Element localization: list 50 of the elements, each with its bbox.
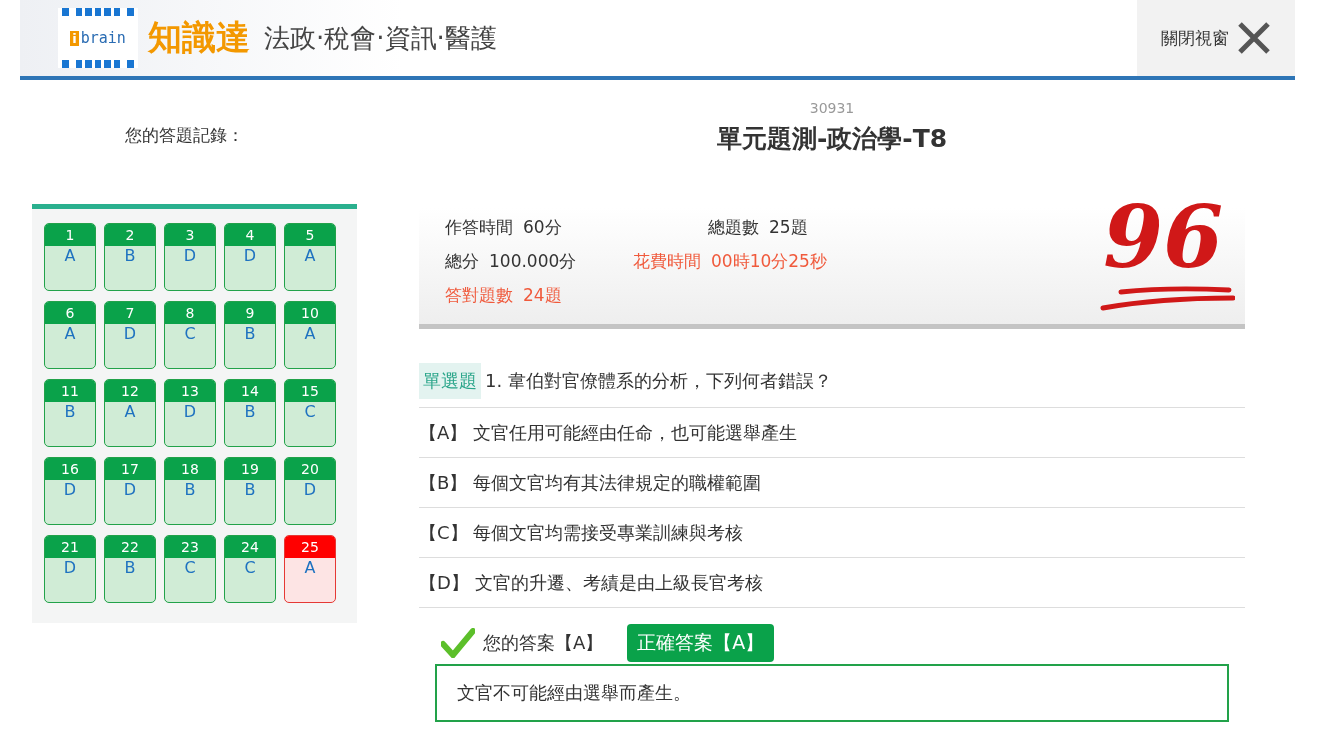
close-icon xyxy=(1237,21,1271,55)
answer-tile[interactable]: 19 B xyxy=(224,457,276,525)
answer-tile[interactable]: 12 A xyxy=(104,379,156,447)
answer-tile[interactable]: 15 C xyxy=(284,379,336,447)
score-underline-icon xyxy=(1099,286,1235,312)
close-window-button[interactable]: 關閉視窗 xyxy=(1137,0,1295,76)
stat-item: 花費時間 00時10分25秒 xyxy=(633,250,827,273)
answer-tile[interactable]: 18 B xyxy=(164,457,216,525)
correct-answer-badge: 正確答案【A】 xyxy=(627,624,775,662)
answer-tile[interactable]: 24 C xyxy=(224,535,276,603)
answer-option: 【D】 文官的升遷、考績是由上級長官考核 xyxy=(419,558,1245,608)
answer-tile[interactable]: 6 A xyxy=(44,301,96,369)
logo-mark: i xyxy=(70,30,79,46)
question-type-tag: 單選題 xyxy=(419,363,481,399)
logo-word: brain xyxy=(80,29,126,47)
answer-tile[interactable]: 10 A xyxy=(284,301,336,369)
tagline: 法政‧稅會‧資訊‧醫護 xyxy=(264,21,497,55)
answer-tile[interactable]: 4 D xyxy=(224,223,276,291)
exam-title: 單元題測-政治學-T8 xyxy=(715,123,949,155)
answer-tile[interactable]: 1 A xyxy=(44,223,96,291)
answer-tile[interactable]: 8 C xyxy=(164,301,216,369)
answer-tile[interactable]: 7 D xyxy=(104,301,156,369)
answer-tile[interactable]: 9 B xyxy=(224,301,276,369)
answer-tile[interactable]: 3 D xyxy=(164,223,216,291)
answer-tile[interactable]: 17 D xyxy=(104,457,156,525)
stat-item: 總分 100.000分 xyxy=(445,250,577,273)
brand-name: 知識達 xyxy=(148,16,250,59)
your-answer: 您的答案【A】 xyxy=(483,631,604,655)
answer-tile[interactable]: 5 A xyxy=(284,223,336,291)
answer-option: 【B】 每個文官均有其法律規定的職權範圍 xyxy=(419,458,1245,508)
answer-tile[interactable]: 22 B xyxy=(104,535,156,603)
answer-tile[interactable]: 23 C xyxy=(164,535,216,603)
answer-tile[interactable]: 11 B xyxy=(44,379,96,447)
answer-tile[interactable]: 25 A xyxy=(284,535,336,603)
explanation-box: 文官不可能經由選舉而產生。 xyxy=(435,664,1229,722)
answer-option: 【A】 文官任用可能經由任命，也可能選舉產生 xyxy=(419,408,1245,458)
question-text: 1. 韋伯對官僚體系的分析，下列何者錯誤？ xyxy=(485,369,832,393)
stat-item: 作答時間 60分 xyxy=(445,216,562,239)
score: 96 xyxy=(1103,186,1223,287)
answer-tile[interactable]: 21 D xyxy=(44,535,96,603)
record-label: 您的答題記錄： xyxy=(125,124,245,147)
stat-item: 答對題數 24題 xyxy=(445,284,562,307)
answer-tile[interactable]: 13 D xyxy=(164,379,216,447)
answer-tile[interactable]: 14 B xyxy=(224,379,276,447)
answer-option: 【C】 每個文官均需接受專業訓練與考核 xyxy=(419,508,1245,558)
answer-tile[interactable]: 16 D xyxy=(44,457,96,525)
answer-tile[interactable]: 20 D xyxy=(284,457,336,525)
exam-code: 30931 xyxy=(808,100,856,116)
answer-tile[interactable]: 2 B xyxy=(104,223,156,291)
stat-item: 總題數 25題 xyxy=(708,216,808,239)
